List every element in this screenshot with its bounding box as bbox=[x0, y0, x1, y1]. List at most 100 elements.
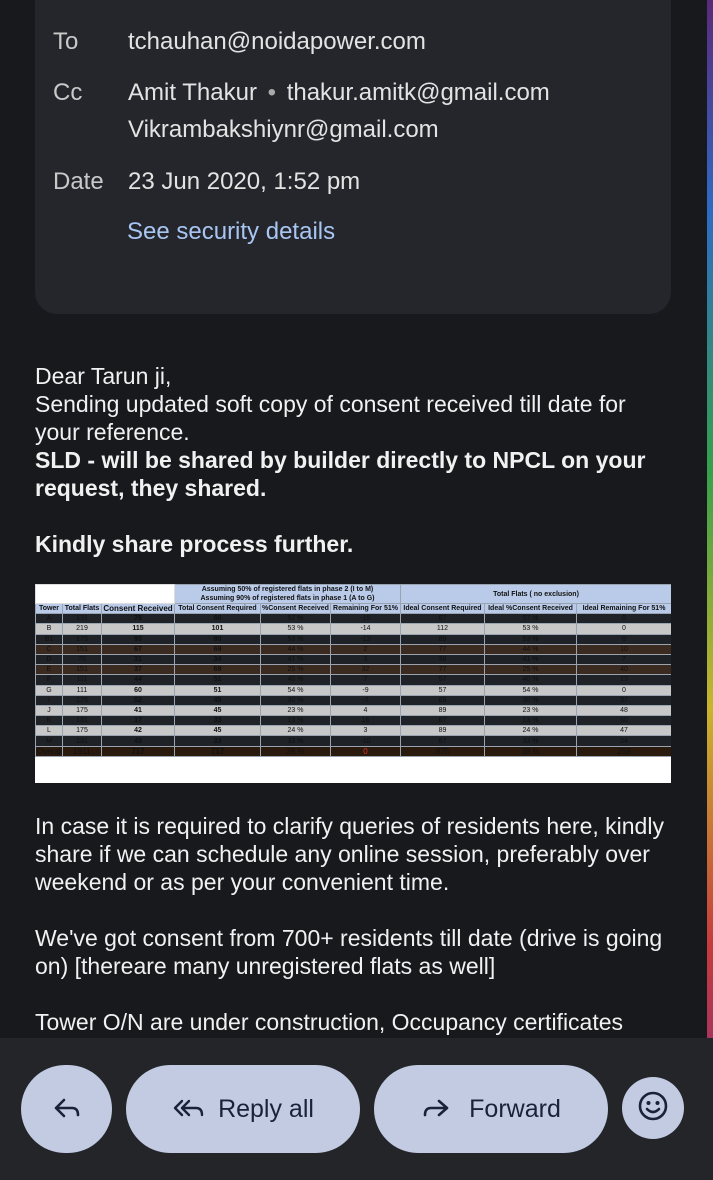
table-cell: 67 bbox=[400, 715, 485, 727]
table-cell: 53 % bbox=[260, 633, 331, 645]
table-cell: 51 bbox=[174, 674, 261, 686]
cc-label: Cc bbox=[53, 79, 83, 106]
table-cell: 37 bbox=[576, 694, 671, 706]
table-cell: 975 bbox=[400, 745, 485, 757]
reply-all-icon bbox=[172, 1097, 206, 1121]
consent-table-image[interactable]: Assuming 50% of registered flats in phas… bbox=[35, 584, 671, 783]
table-cell: -9 bbox=[330, 684, 401, 696]
table-row: B 219 115 101 53 % -14 112 53 % 0 bbox=[35, 623, 671, 635]
reply-icon bbox=[52, 1097, 82, 1121]
reply-all-button[interactable]: Reply all bbox=[126, 1065, 360, 1153]
table-cell: 0 bbox=[576, 633, 671, 645]
body-bold-1: SLD - will be shared by builder directly… bbox=[35, 447, 646, 501]
table-cell: -14 bbox=[330, 623, 401, 635]
table-cell: 25 % bbox=[484, 664, 577, 676]
table-cell: 89 bbox=[400, 704, 485, 717]
col-header: Remaining For 51% bbox=[330, 602, 401, 615]
table-cell: 10 bbox=[576, 643, 671, 655]
col-header: Ideal %Consent Received bbox=[484, 602, 577, 615]
table-cell: 52 bbox=[101, 694, 175, 706]
table-cell: 23 % bbox=[260, 704, 331, 717]
table-cell: 33 % bbox=[260, 735, 331, 747]
table-row: C 151 67 69 44 % 2 77 44 % 10 bbox=[35, 643, 671, 655]
table-cell: 41 bbox=[101, 704, 175, 717]
table-cell: 40 % bbox=[260, 674, 331, 686]
table-cell: 38 % bbox=[484, 745, 577, 757]
table-cell: G bbox=[35, 684, 63, 696]
group-header-assumed: Assuming 50% of registered flats in phas… bbox=[174, 584, 401, 604]
cc-separator: • bbox=[267, 79, 277, 106]
greeting: Dear Tarun ji, bbox=[35, 363, 172, 389]
table-cell: 16 bbox=[330, 715, 401, 727]
table-cell: 75 bbox=[62, 653, 102, 666]
forward-button[interactable]: Forward bbox=[374, 1065, 608, 1153]
table-cell: 93 bbox=[101, 633, 175, 645]
table-cell: 38 bbox=[400, 653, 485, 666]
table-cell: 2 bbox=[330, 643, 401, 655]
table-cell: 44 % bbox=[260, 643, 331, 655]
col-header: Total Consent Required bbox=[174, 602, 261, 615]
table-cell: 33 % bbox=[484, 735, 577, 747]
table-row: G 111 60 51 54 % -9 57 54 % 0 bbox=[35, 684, 671, 696]
table-cell: 33 bbox=[174, 735, 261, 747]
table-cell: M bbox=[35, 735, 63, 747]
col-header: Consent Received bbox=[101, 602, 175, 615]
table-cell: 32 bbox=[330, 664, 401, 676]
table-cell: 89 bbox=[400, 725, 485, 737]
table-cell: 1911 bbox=[62, 745, 102, 757]
table-cell: -15 bbox=[330, 613, 401, 625]
table-cell: 13 bbox=[576, 674, 671, 686]
table-row: E 151 37 69 25 % 32 77 25 % 40 bbox=[35, 664, 671, 676]
table-cell: 0 bbox=[576, 623, 671, 635]
table-cell: B bbox=[35, 623, 63, 635]
table-cell: 115 bbox=[101, 623, 175, 635]
emoji-reaction-button[interactable] bbox=[622, 1077, 684, 1139]
table-cell: 3 bbox=[330, 725, 401, 737]
table-cell: 60 bbox=[101, 684, 175, 696]
table-cell: 4 bbox=[330, 704, 401, 717]
table-row: L 175 42 45 24 % 3 89 24 % 47 bbox=[35, 725, 671, 737]
consent-table: Assuming 50% of registered flats in phas… bbox=[35, 584, 671, 757]
col-header: Total Flats bbox=[62, 602, 102, 615]
reply-all-label: Reply all bbox=[218, 1094, 314, 1123]
table-cell: 42 bbox=[101, 725, 175, 737]
to-address[interactable]: tchauhan@noidapower.com bbox=[128, 28, 426, 56]
screen-edge-glow bbox=[707, 0, 713, 1180]
table-cell: 111 bbox=[62, 674, 102, 686]
cc-recipient[interactable]: Amit Thakur • thakur.amitk@gmail.com bbox=[128, 79, 550, 107]
security-details-link[interactable]: See security details bbox=[127, 218, 335, 246]
table-cell: -10 bbox=[330, 735, 401, 747]
group-header-total: Total Flats ( no exclusion) bbox=[400, 584, 671, 604]
reply-button[interactable] bbox=[21, 1065, 112, 1153]
table-cell: 37 bbox=[101, 664, 175, 676]
col-header: Ideal Consent Required bbox=[400, 602, 485, 615]
table-cell: 13 % bbox=[484, 715, 577, 727]
col-header: Ideal Remaining For 51% bbox=[576, 602, 671, 615]
table-cell: 47 bbox=[576, 725, 671, 737]
to-label: To bbox=[53, 28, 79, 55]
table-cell: 41 % bbox=[484, 653, 577, 666]
table-cell: 43 bbox=[101, 735, 175, 747]
table-cell: 40 % bbox=[484, 674, 577, 686]
table-cell: K bbox=[35, 715, 63, 727]
body-paragraph-2: In case it is required to clarify querie… bbox=[35, 813, 664, 895]
table-cell: 175 bbox=[62, 694, 102, 706]
table-cell: 45 bbox=[174, 694, 261, 706]
table-cell: L bbox=[35, 725, 63, 737]
table-cell: 23 % bbox=[484, 704, 577, 717]
table-cell: 101 bbox=[174, 623, 261, 635]
table-cell: 131 bbox=[62, 715, 102, 727]
table-cell: 67 bbox=[101, 643, 175, 655]
table-row: A 131 75 60 57 % -15 67 57 % 0 bbox=[35, 613, 671, 625]
table-cell: 60 bbox=[174, 613, 261, 625]
col-header: %Consent Received bbox=[260, 602, 331, 615]
table-cell: 54 % bbox=[260, 684, 331, 696]
table-cell: 131 bbox=[62, 735, 102, 747]
table-cell: B1 bbox=[35, 633, 63, 645]
table-cell: 53 % bbox=[484, 633, 577, 645]
table-cell: 69 bbox=[174, 643, 261, 655]
table-body: A 131 75 60 57 % -15 67 57 % 0 B 219 115 101 53 % -14 1… bbox=[35, 613, 671, 757]
cc-address-2[interactable]: Vikrambakshiynr@gmail.com bbox=[128, 116, 439, 144]
table-row: F 111 44 51 40 % 7 57 40 % 13 bbox=[35, 674, 671, 686]
table-cell: 48 bbox=[576, 704, 671, 717]
